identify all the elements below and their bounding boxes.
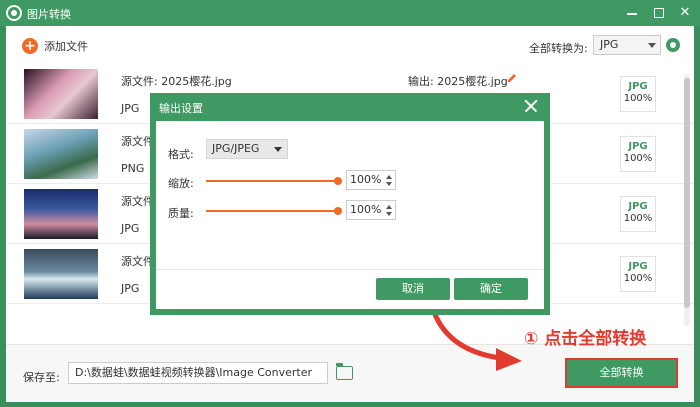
title-bar: 图片转换 ✕ bbox=[0, 0, 700, 26]
output-format-badge[interactable]: JPG 100% bbox=[620, 256, 656, 292]
source-format: JPG bbox=[121, 102, 140, 115]
decrement-icon[interactable] bbox=[386, 212, 392, 216]
thumbnail bbox=[24, 249, 98, 299]
add-files-label: 添加文件 bbox=[44, 40, 88, 53]
gear-icon[interactable] bbox=[666, 38, 680, 52]
output-format-badge[interactable]: JPG 100% bbox=[620, 136, 656, 172]
save-path-value: D:\数据蛙\数据蛙视频转换器\Image Converter bbox=[75, 366, 313, 379]
quality-label: 质量: bbox=[168, 207, 194, 220]
decrement-icon[interactable] bbox=[386, 182, 392, 186]
close-icon[interactable] bbox=[522, 97, 540, 115]
chevron-down-icon bbox=[274, 147, 282, 152]
output-format-select[interactable]: JPG bbox=[593, 35, 661, 55]
add-files-button[interactable]: + 添加文件 bbox=[22, 37, 88, 55]
thumbnail bbox=[24, 189, 98, 239]
scale-stepper[interactable]: 100% bbox=[346, 170, 396, 190]
badge-quality: 100% bbox=[623, 213, 653, 224]
format-label: 格式: bbox=[168, 148, 194, 161]
toolbar: + 添加文件 全部转换为: JPG bbox=[6, 26, 694, 64]
scale-label: 缩放: bbox=[168, 177, 194, 190]
scale-slider-handle[interactable] bbox=[334, 177, 342, 185]
chevron-down-icon bbox=[648, 43, 656, 48]
window-title: 图片转换 bbox=[27, 8, 71, 21]
scrollbar[interactable] bbox=[684, 74, 690, 326]
quality-value: 100% bbox=[350, 203, 382, 216]
quality-slider[interactable] bbox=[206, 210, 338, 212]
convert-all-to-label: 全部转换为: bbox=[529, 42, 588, 55]
folder-icon[interactable] bbox=[335, 363, 353, 380]
badge-format: JPG bbox=[628, 201, 648, 212]
output-settings-dialog: 输出设置 格式: JPG/JPEG 缩放: 100% 质量: 100% 取消 确… bbox=[150, 93, 550, 315]
output-file-label: 输出: 2025樱花.jpg bbox=[408, 75, 508, 88]
increment-icon[interactable] bbox=[386, 175, 392, 179]
source-format: PNG bbox=[121, 162, 145, 175]
increment-icon[interactable] bbox=[386, 205, 392, 209]
badge-format: JPG bbox=[628, 261, 648, 272]
badge-quality: 100% bbox=[623, 153, 653, 164]
annotation-text: ① 点击全部转换 bbox=[524, 329, 647, 349]
quality-stepper[interactable]: 100% bbox=[346, 200, 396, 220]
ok-button[interactable]: 确定 bbox=[454, 278, 528, 300]
edit-icon[interactable] bbox=[506, 72, 518, 84]
dialog-body: 格式: JPG/JPEG 缩放: 100% 质量: 100% 取消 确定 bbox=[156, 121, 544, 309]
badge-quality: 100% bbox=[623, 93, 653, 104]
save-path-select[interactable]: D:\数据蛙\数据蛙视频转换器\Image Converter bbox=[68, 362, 328, 384]
source-format: JPG bbox=[121, 282, 140, 295]
output-format-badge[interactable]: JPG 100% bbox=[620, 76, 656, 112]
thumbnail bbox=[24, 129, 98, 179]
close-icon[interactable]: ✕ bbox=[675, 3, 695, 23]
plus-icon: + bbox=[22, 38, 38, 54]
format-select-value: JPG/JPEG bbox=[212, 142, 260, 155]
scale-value: 100% bbox=[350, 173, 382, 186]
badge-quality: 100% bbox=[623, 273, 653, 284]
badge-format: JPG bbox=[628, 141, 648, 152]
maximize-icon[interactable] bbox=[649, 3, 669, 23]
output-format-badge[interactable]: JPG 100% bbox=[620, 196, 656, 232]
dialog-footer: 取消 确定 bbox=[156, 269, 544, 309]
format-select[interactable]: JPG/JPEG bbox=[206, 139, 288, 159]
dialog-title: 输出设置 bbox=[159, 102, 203, 115]
source-format: JPG bbox=[121, 222, 140, 235]
quality-slider-handle[interactable] bbox=[334, 207, 342, 215]
badge-format: JPG bbox=[628, 81, 648, 92]
app-logo-icon bbox=[6, 5, 22, 21]
scale-slider[interactable] bbox=[206, 180, 338, 182]
cancel-button[interactable]: 取消 bbox=[376, 278, 450, 300]
convert-all-button[interactable]: 全部转换 bbox=[565, 358, 678, 388]
source-file-label: 源文件: 2025樱花.jpg bbox=[121, 75, 232, 88]
scrollbar-thumb[interactable] bbox=[684, 78, 690, 308]
bottom-bar: 保存至: D:\数据蛙\数据蛙视频转换器\Image Converter 全部转… bbox=[6, 344, 694, 402]
thumbnail bbox=[24, 69, 98, 119]
save-to-label: 保存至: bbox=[23, 371, 60, 384]
minimize-icon[interactable] bbox=[622, 3, 642, 23]
output-format-value: JPG bbox=[600, 38, 619, 51]
